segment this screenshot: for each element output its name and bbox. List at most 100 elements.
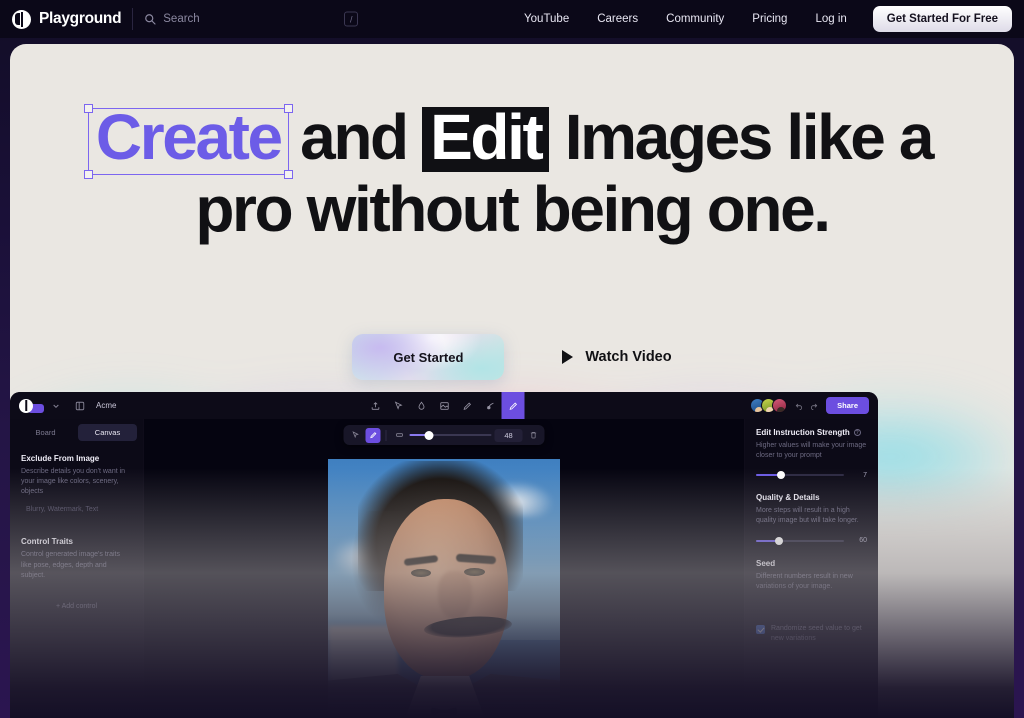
nav-link-careers[interactable]: Careers (583, 13, 652, 25)
brush-icon[interactable] (365, 427, 381, 443)
help-icon[interactable]: ? (853, 429, 861, 436)
cursor-icon[interactable] (348, 428, 363, 443)
canvas-floating-toolbar: 48 (343, 425, 545, 445)
search-placeholder: Search (163, 13, 200, 25)
hero-headline: Create and Edit Images like a pro withou… (10, 104, 1014, 245)
mask-icon[interactable] (479, 392, 502, 419)
exclude-from-image-desc: Describe details you don't want in your … (21, 468, 126, 496)
watch-video-button[interactable]: Watch Video (562, 349, 672, 365)
section-label: Edit Instruction Strength (756, 428, 850, 437)
control-traits-section: Control Traits Control generated image's… (10, 529, 143, 609)
edit-instruction-strength-section: Edit Instruction Strength ? Higher value… (756, 428, 867, 480)
section-label: Seed (756, 558, 776, 568)
brand[interactable]: Playground (12, 9, 122, 29)
quality-and-details-slider[interactable] (756, 536, 844, 546)
slider-knob[interactable] (776, 471, 785, 480)
brush-size-value: 48 (494, 428, 523, 442)
app-body: Board Canvas Exclude From Image Describe… (10, 419, 878, 718)
edit-instruction-strength-control: 7 (756, 470, 867, 480)
org-name[interactable]: Acme (96, 401, 116, 410)
top-navigation-bar: Playground Search / YouTube Careers Comm… (0, 0, 1024, 38)
seed-desc: Different numbers result in new variatio… (756, 572, 853, 590)
app-topbar-right: Share (750, 397, 869, 414)
landing-page: Playground Search / YouTube Careers Comm… (0, 0, 1024, 718)
play-icon (562, 350, 574, 364)
hero-card: Create and Edit Images like a pro withou… (10, 44, 1014, 718)
seed-section: Seed Different numbers result in new var… (756, 559, 867, 645)
frame-icon[interactable] (433, 392, 456, 419)
quality-and-details-value: 60 (859, 537, 867, 545)
search-shortcut-key: / (344, 11, 359, 27)
playground-logo-icon (12, 9, 31, 29)
search-input[interactable]: Search / (144, 7, 362, 31)
redo-icon[interactable] (810, 402, 818, 410)
tab-canvas[interactable]: Canvas (78, 424, 137, 441)
panel-toggle-icon[interactable] (72, 398, 87, 413)
randomize-seed-label: Randomize seed value to get new variatio… (771, 624, 862, 642)
watch-video-label: Watch Video (585, 349, 672, 365)
tab-board[interactable]: Board (16, 424, 75, 441)
control-traits-desc: Control generated image's traits like po… (21, 551, 120, 579)
edit-instruction-strength-title: Edit Instruction Strength ? (756, 428, 867, 437)
selection-handle-top-right[interactable] (283, 104, 293, 113)
control-traits-title: Control Traits (21, 537, 74, 547)
nav-link-pricing[interactable]: Pricing (738, 13, 801, 25)
section-label: Quality & Details (756, 493, 820, 503)
hero-cta-row: Get Started Watch Video (10, 334, 1014, 380)
nav-link-login[interactable]: Log in (801, 13, 860, 25)
exclude-from-image-input[interactable]: Blurry, Watermark, Text (21, 506, 132, 513)
get-started-for-free-button[interactable]: Get Started For Free (872, 6, 1012, 32)
slider-knob[interactable] (424, 430, 434, 440)
chevron-down-icon[interactable] (48, 398, 63, 413)
randomize-seed-checkbox[interactable] (756, 624, 765, 634)
headline-word-create-selected[interactable]: Create (83, 104, 293, 180)
headline-line-1: Create and Edit Images like a (10, 104, 1014, 180)
export-icon[interactable] (364, 392, 387, 419)
selection-handle-top-left[interactable] (83, 104, 93, 113)
eraser-icon[interactable] (410, 392, 433, 419)
brush-size-icon (392, 428, 407, 443)
left-settings-panel: Board Canvas Exclude From Image Describe… (10, 419, 144, 718)
quality-and-details-control: 60 (756, 536, 867, 546)
app-window-preview: Acme Share Board Canvas Exclude From Ima… (10, 392, 878, 718)
nav-link-community[interactable]: Community (652, 13, 738, 25)
randomize-seed-row[interactable]: Randomize seed value to get new variatio… (756, 624, 867, 644)
app-center-toolbar (364, 392, 525, 419)
headline-rest-line-1: Images like a (564, 101, 935, 173)
headline-line-2: pro without being one. (195, 172, 831, 245)
nav-divider (132, 8, 134, 30)
slider-knob[interactable] (774, 536, 783, 545)
exclude-from-image-title: Exclude From Image (21, 454, 100, 463)
edit-instruction-strength-desc: Higher values will make your image close… (756, 442, 867, 460)
undo-redo-group (795, 402, 818, 410)
panel-tabs: Board Canvas (10, 419, 143, 446)
cursor-icon[interactable] (387, 392, 410, 419)
image-eye-left (411, 569, 431, 577)
get-started-button[interactable]: Get Started (352, 334, 505, 380)
trash-icon[interactable] (526, 428, 541, 443)
share-button[interactable]: Share (826, 397, 869, 414)
canvas-generated-image[interactable] (328, 459, 560, 718)
quality-and-details-title: Quality & Details (756, 493, 867, 502)
brush-icon[interactable] (501, 392, 525, 419)
quality-and-details-section: Quality & Details More steps will result… (756, 493, 867, 545)
nav-link-youtube[interactable]: YouTube (510, 13, 583, 25)
headline-connector: and (300, 101, 409, 173)
collaborator-avatars (750, 398, 788, 413)
avatar[interactable] (772, 398, 788, 413)
canvas-area[interactable]: 48 (144, 419, 744, 718)
toolbar-separator (385, 429, 387, 441)
brush-size-slider[interactable] (409, 428, 492, 442)
headline-word-create: Create (95, 101, 283, 173)
right-settings-panel: Edit Instruction Strength ? Higher value… (744, 419, 878, 718)
add-control-button[interactable]: + Add control (21, 603, 132, 610)
undo-icon[interactable] (795, 402, 803, 410)
edit-instruction-strength-slider[interactable] (756, 470, 844, 480)
brand-name: Playground (39, 10, 122, 27)
pen-icon[interactable] (456, 392, 479, 419)
image-nose (438, 571, 472, 619)
app-logo-icon[interactable] (19, 398, 33, 413)
exclude-from-image-section: Exclude From Image Describe details you … (10, 446, 143, 513)
nav-links: YouTube Careers Community Pricing Log in… (510, 6, 1012, 32)
seed-title: Seed (756, 559, 867, 568)
